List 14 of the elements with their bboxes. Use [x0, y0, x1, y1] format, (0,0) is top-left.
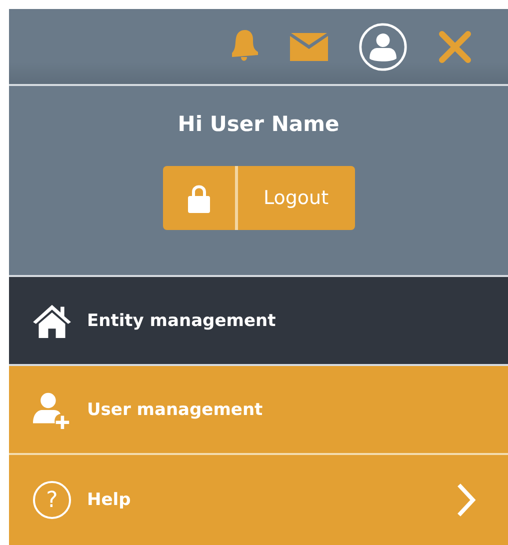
help-icon: ?: [33, 481, 71, 519]
menu-label: User management: [87, 400, 264, 420]
menu-label: Entity management: [87, 310, 277, 330]
menu-item[interactable]: User management: [9, 366, 508, 455]
menu-item[interactable]: Entity management: [9, 277, 508, 366]
user-icon[interactable]: [358, 22, 408, 72]
logout-button[interactable]: Logout: [162, 166, 354, 230]
lock-icon: [186, 183, 212, 213]
menu-label: Help: [87, 490, 132, 510]
home-icon: [31, 302, 73, 338]
menu-item[interactable]: ? Help: [9, 455, 508, 545]
close-icon[interactable]: [438, 30, 472, 64]
greeting: Hi User Name: [178, 112, 340, 136]
mail-icon[interactable]: [290, 32, 328, 60]
